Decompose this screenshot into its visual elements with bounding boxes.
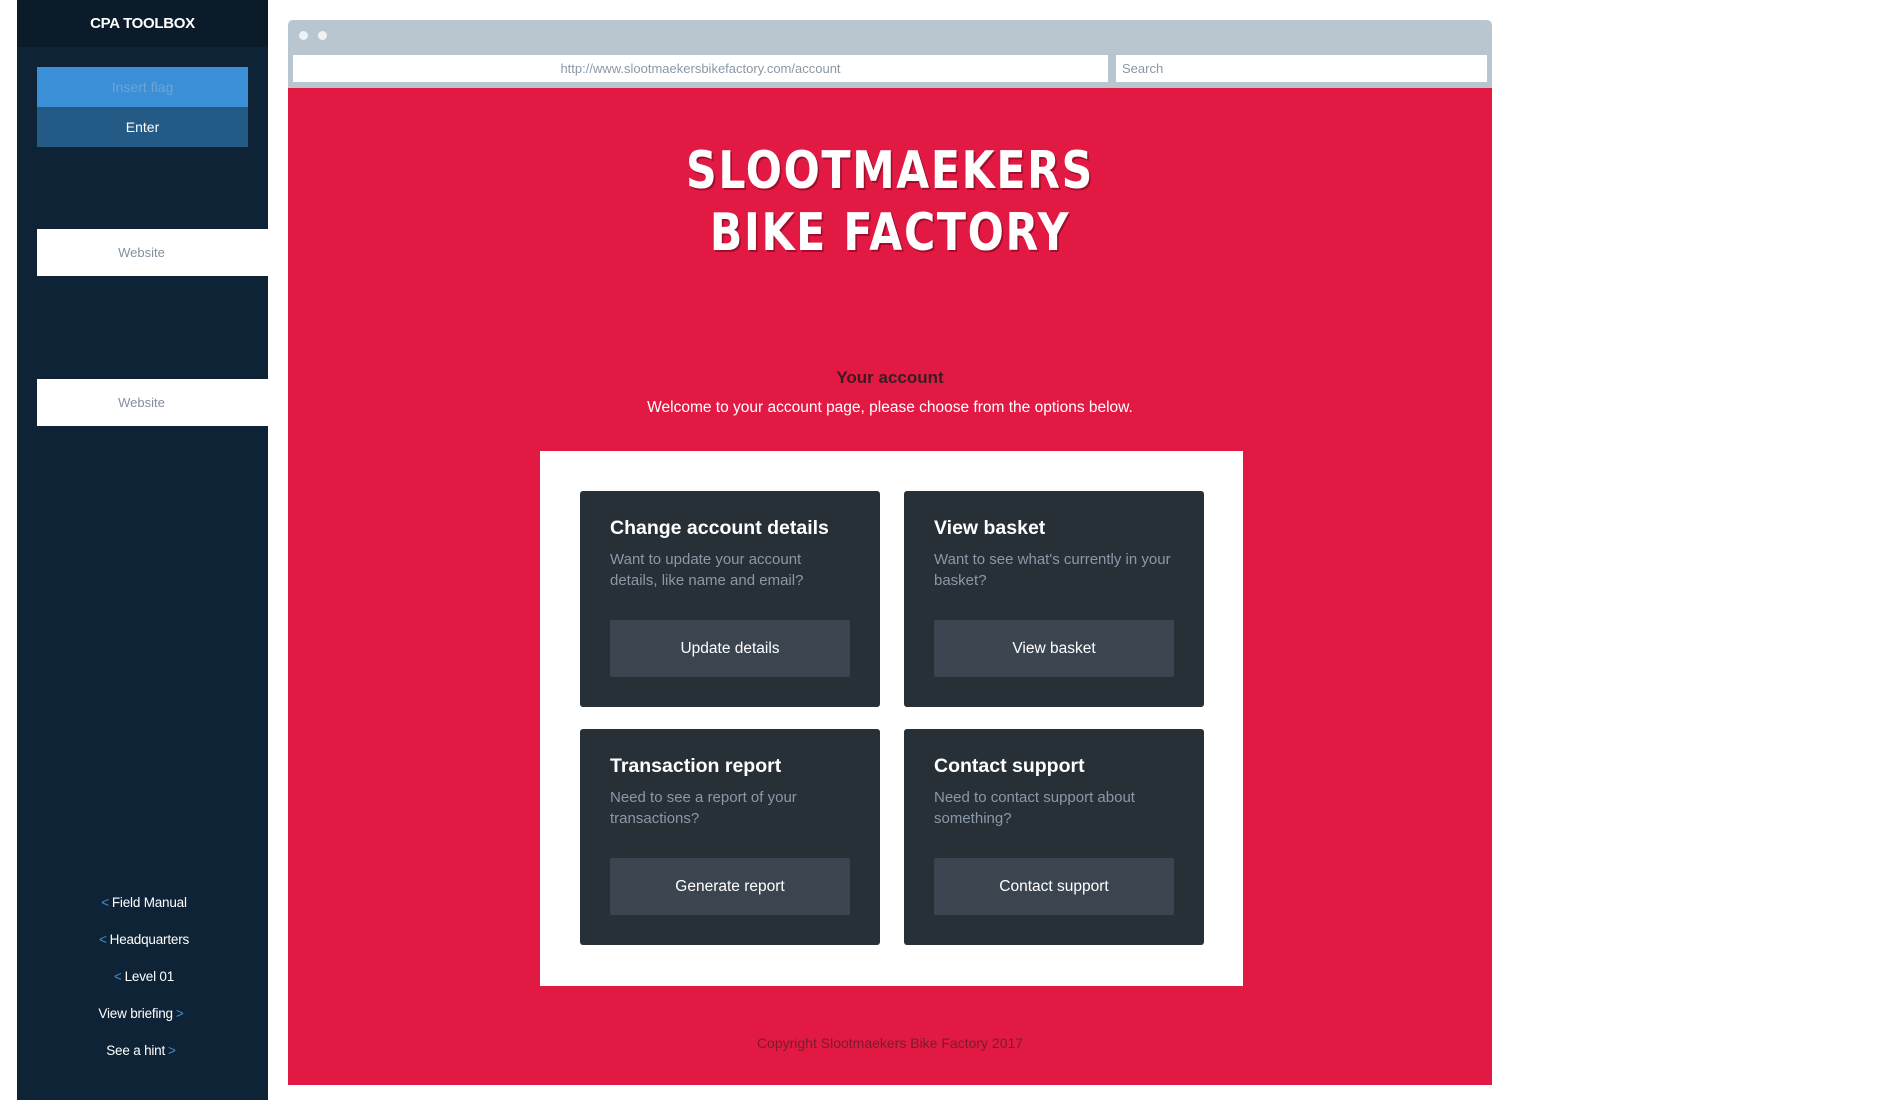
view-basket-button[interactable]: View basket bbox=[934, 620, 1174, 677]
window-dot-icon bbox=[299, 31, 308, 40]
view-briefing-link[interactable]: View briefing > bbox=[17, 995, 268, 1032]
view-basket-card: View basket Want to see what's currently… bbox=[904, 491, 1204, 707]
see-hint-link[interactable]: See a hint > bbox=[17, 1032, 268, 1069]
chevron-right-icon: > bbox=[175, 1006, 184, 1021]
card-description: Want to update your account details, lik… bbox=[610, 551, 804, 589]
sidebar-links: < Field Manual < Headquarters < Level 01… bbox=[17, 884, 268, 1069]
card-title: View basket bbox=[934, 517, 1046, 539]
website-tab[interactable]: Website bbox=[37, 229, 268, 276]
see-hint-label: See a hint bbox=[106, 1043, 166, 1058]
contact-support-button[interactable]: Contact support bbox=[934, 858, 1174, 915]
change-account-card: Change account details Want to update yo… bbox=[580, 491, 880, 707]
page-subtitle: Welcome to your account page, please cho… bbox=[647, 399, 1133, 416]
account-page: SLOOTMAEKERS BIKE FACTORY Your account W… bbox=[288, 88, 1492, 1085]
browser-chrome: http://www.slootmaekersbikefactory.com/a… bbox=[288, 20, 1492, 88]
website-tab-secondary[interactable]: Website bbox=[37, 379, 268, 426]
generate-report-button[interactable]: Generate report bbox=[610, 858, 850, 915]
chevron-left-icon: < bbox=[98, 932, 107, 947]
flag-input[interactable]: Insert flag bbox=[37, 67, 248, 107]
browser-search-input[interactable]: Search bbox=[1116, 55, 1487, 82]
field-manual-link[interactable]: < Field Manual bbox=[17, 884, 268, 921]
update-details-button[interactable]: Update details bbox=[610, 620, 850, 677]
logo-line-1: SLOOTMAEKERS bbox=[686, 141, 1094, 201]
card-title: Transaction report bbox=[610, 755, 782, 777]
card-title: Contact support bbox=[934, 755, 1085, 777]
website-tab-label: Website bbox=[118, 395, 165, 410]
chevron-left-icon: < bbox=[101, 895, 109, 910]
flag-form: Insert flag Enter bbox=[37, 67, 248, 147]
chevron-left-icon: < bbox=[113, 969, 122, 984]
toolbox-sidebar: CPA TOOLBOX Insert flag Enter Website We… bbox=[17, 0, 268, 1100]
card-title: Change account details bbox=[610, 517, 829, 539]
contact-support-card: Contact support Need to contact support … bbox=[904, 729, 1204, 945]
view-briefing-label: View briefing bbox=[98, 1006, 173, 1021]
field-manual-label: Field Manual bbox=[111, 895, 187, 910]
level-label: Level 01 bbox=[124, 969, 175, 984]
card-description: Need to contact support about something? bbox=[934, 789, 1135, 827]
card-description: Want to see what's currently in your bas… bbox=[934, 551, 1171, 589]
transaction-report-card: Transaction report Need to see a report … bbox=[580, 729, 880, 945]
site-logo: SLOOTMAEKERS BIKE FACTORY bbox=[396, 140, 1383, 264]
url-bar[interactable]: http://www.slootmaekersbikefactory.com/a… bbox=[293, 55, 1108, 82]
headquarters-label: Headquarters bbox=[109, 932, 190, 947]
browser-window: http://www.slootmaekersbikefactory.com/a… bbox=[288, 20, 1492, 1085]
level-link[interactable]: < Level 01 bbox=[17, 958, 268, 995]
chevron-right-icon: > bbox=[168, 1043, 176, 1058]
logo-line-2: BIKE FACTORY bbox=[709, 203, 1071, 263]
sidebar-title: CPA TOOLBOX bbox=[17, 0, 268, 47]
options-panel: Change account details Want to update yo… bbox=[540, 451, 1243, 986]
headquarters-link[interactable]: < Headquarters bbox=[17, 921, 268, 958]
website-tab-label: Website bbox=[118, 245, 165, 260]
card-description: Need to see a report of your transaction… bbox=[610, 789, 797, 827]
window-dot-icon bbox=[318, 31, 327, 40]
copyright-text: Copyright Slootmaekers Bike Factory 2017 bbox=[756, 1035, 1024, 1051]
enter-button[interactable]: Enter bbox=[37, 107, 248, 147]
page-title: Your account bbox=[836, 368, 944, 387]
